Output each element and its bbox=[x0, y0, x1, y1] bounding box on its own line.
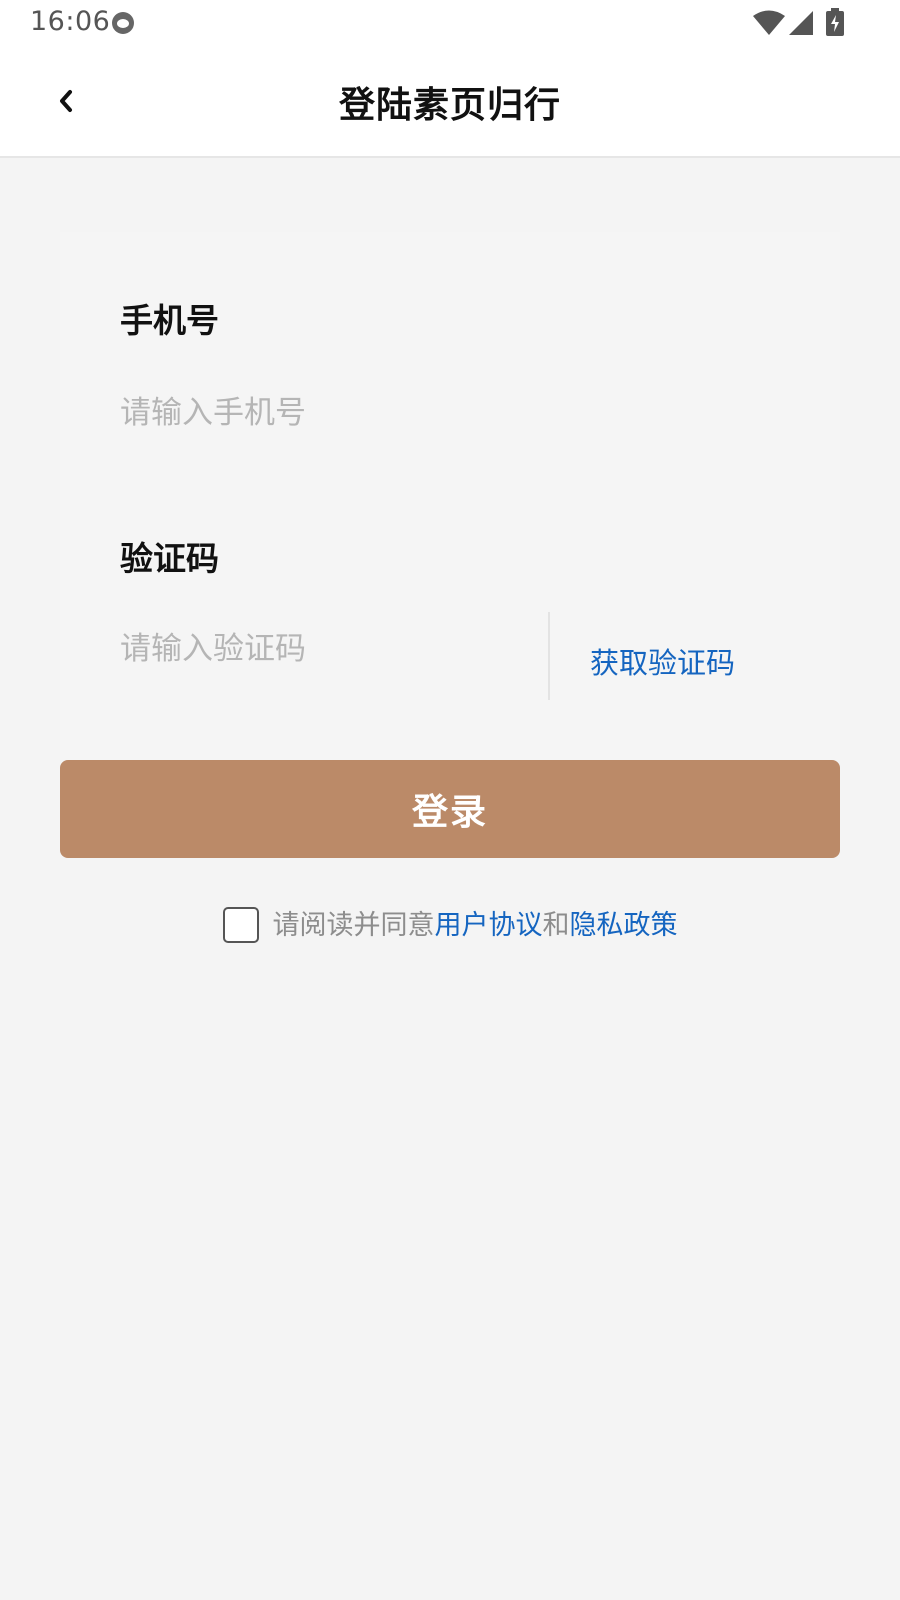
privacy-policy-link[interactable]: 隐私政策 bbox=[570, 910, 678, 941]
user-agreement-link[interactable]: 用户协议 bbox=[435, 910, 543, 941]
phone-label: 手机号 bbox=[120, 301, 219, 340]
agreement-checkbox[interactable] bbox=[222, 906, 259, 943]
verification-code-label: 验证码 bbox=[120, 539, 219, 578]
verification-code-input[interactable] bbox=[120, 624, 540, 674]
divider bbox=[548, 612, 550, 700]
app-notification-icon bbox=[112, 12, 134, 34]
status-time: 16:06 bbox=[30, 6, 111, 37]
get-code-button[interactable]: 获取验证码 bbox=[590, 640, 735, 682]
nav-header: 登陆素页归行 bbox=[0, 46, 900, 158]
page-title: 登陆素页归行 bbox=[338, 85, 561, 126]
agreement-row: 请阅读并同意用户协议和隐私政策 bbox=[0, 906, 900, 950]
battery-charging-icon bbox=[826, 8, 844, 36]
agreement-prefix: 请阅读并同意 bbox=[272, 910, 435, 941]
cell-signal-icon bbox=[789, 11, 813, 35]
agreement-conjunction: 和 bbox=[542, 910, 570, 941]
login-form: 手机号 验证码 获取验证码 bbox=[60, 232, 840, 760]
status-bar: 16:06 bbox=[0, 0, 900, 46]
phone-input[interactable] bbox=[120, 388, 780, 438]
login-button[interactable]: 登录 bbox=[60, 760, 840, 858]
wifi-icon bbox=[753, 10, 785, 35]
